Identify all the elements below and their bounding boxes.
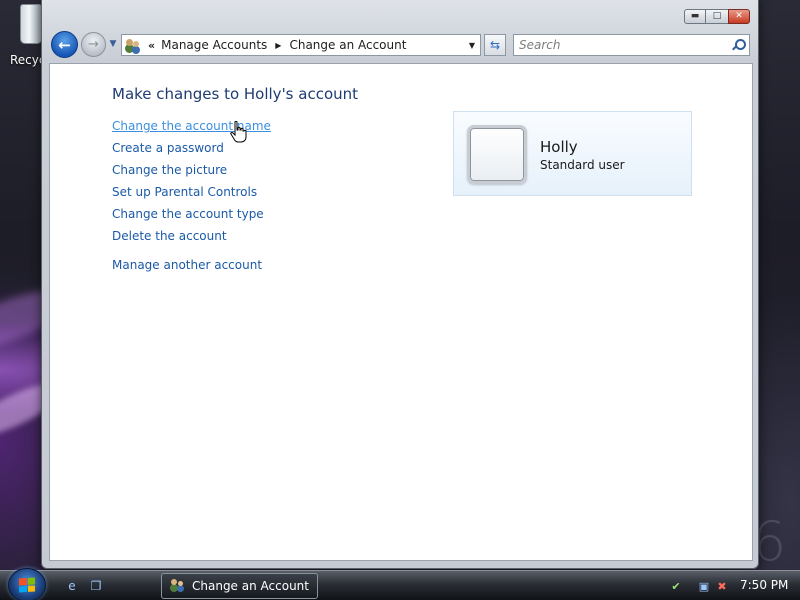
ie-icon[interactable]: e xyxy=(64,578,80,594)
control-panel-window: ▬ □ ✕ ← → ▼ « Manage Accounts ▶ Change a… xyxy=(41,0,759,569)
content-pane: Make changes to Holly's account Change t… xyxy=(49,63,753,561)
taskbar-button-change-an-account[interactable]: Change an Account xyxy=(161,573,318,599)
volume-muted-icon[interactable]: ✖ xyxy=(714,578,730,594)
breadcrumb-separator-icon[interactable]: ▶ xyxy=(275,41,281,50)
recycle-bin-icon[interactable] xyxy=(20,4,42,44)
search-input[interactable]: Search xyxy=(513,34,750,56)
create-password-link[interactable]: Create a password xyxy=(112,141,224,155)
search-placeholder: Search xyxy=(519,38,561,52)
breadcrumb-manage-accounts[interactable]: Manage Accounts xyxy=(161,38,267,52)
manage-another-account-link[interactable]: Manage another account xyxy=(112,258,262,272)
address-dropdown-icon[interactable]: ▼ xyxy=(464,35,480,55)
search-icon[interactable] xyxy=(732,39,746,51)
back-arrow-icon: ← xyxy=(58,35,71,54)
parental-controls-link[interactable]: Set up Parental Controls xyxy=(112,185,257,199)
taskbar-button-label: Change an Account xyxy=(192,579,309,593)
user-accounts-icon xyxy=(170,578,186,594)
forward-button[interactable]: → xyxy=(81,32,106,57)
maximize-button[interactable]: □ xyxy=(706,9,728,24)
close-button[interactable]: ✕ xyxy=(728,9,750,24)
minimize-button[interactable]: ▬ xyxy=(684,9,706,24)
change-account-type-link[interactable]: Change the account type xyxy=(112,207,264,221)
breadcrumb-change-an-account[interactable]: Change an Account xyxy=(289,38,406,52)
refresh-button[interactable]: ⇆ xyxy=(484,34,506,56)
network-icon[interactable]: ▣ xyxy=(696,578,712,594)
security-icon[interactable]: ✔ xyxy=(668,578,684,594)
address-bar[interactable]: « Manage Accounts ▶ Change an Account ▼ xyxy=(121,34,481,56)
page-title: Make changes to Holly's account xyxy=(112,85,359,103)
delete-account-link[interactable]: Delete the account xyxy=(112,229,227,243)
back-button[interactable]: ← xyxy=(51,31,78,58)
caption-buttons: ▬ □ ✕ xyxy=(684,9,750,24)
breadcrumb-overflow-button[interactable]: « xyxy=(148,39,155,52)
start-button[interactable] xyxy=(8,568,46,600)
recent-pages-dropdown[interactable]: ▼ xyxy=(107,38,119,50)
account-card: Holly Standard user xyxy=(453,111,692,196)
change-picture-link[interactable]: Change the picture xyxy=(112,163,227,177)
taskbar: e ❐ Change an Account ✔ ▣ ✖ 7:50 PM xyxy=(0,568,800,600)
hand-pointer-icon xyxy=(230,121,247,143)
user-accounts-icon xyxy=(124,37,142,53)
account-name: Holly xyxy=(540,138,578,156)
account-type: Standard user xyxy=(540,158,625,172)
clock[interactable]: 7:50 PM xyxy=(740,578,788,592)
forward-arrow-icon: → xyxy=(88,37,99,52)
windows-logo-icon xyxy=(19,577,35,593)
avatar xyxy=(467,125,527,184)
switch-windows-icon[interactable]: ❐ xyxy=(88,578,104,594)
refresh-icon: ⇆ xyxy=(489,38,501,52)
